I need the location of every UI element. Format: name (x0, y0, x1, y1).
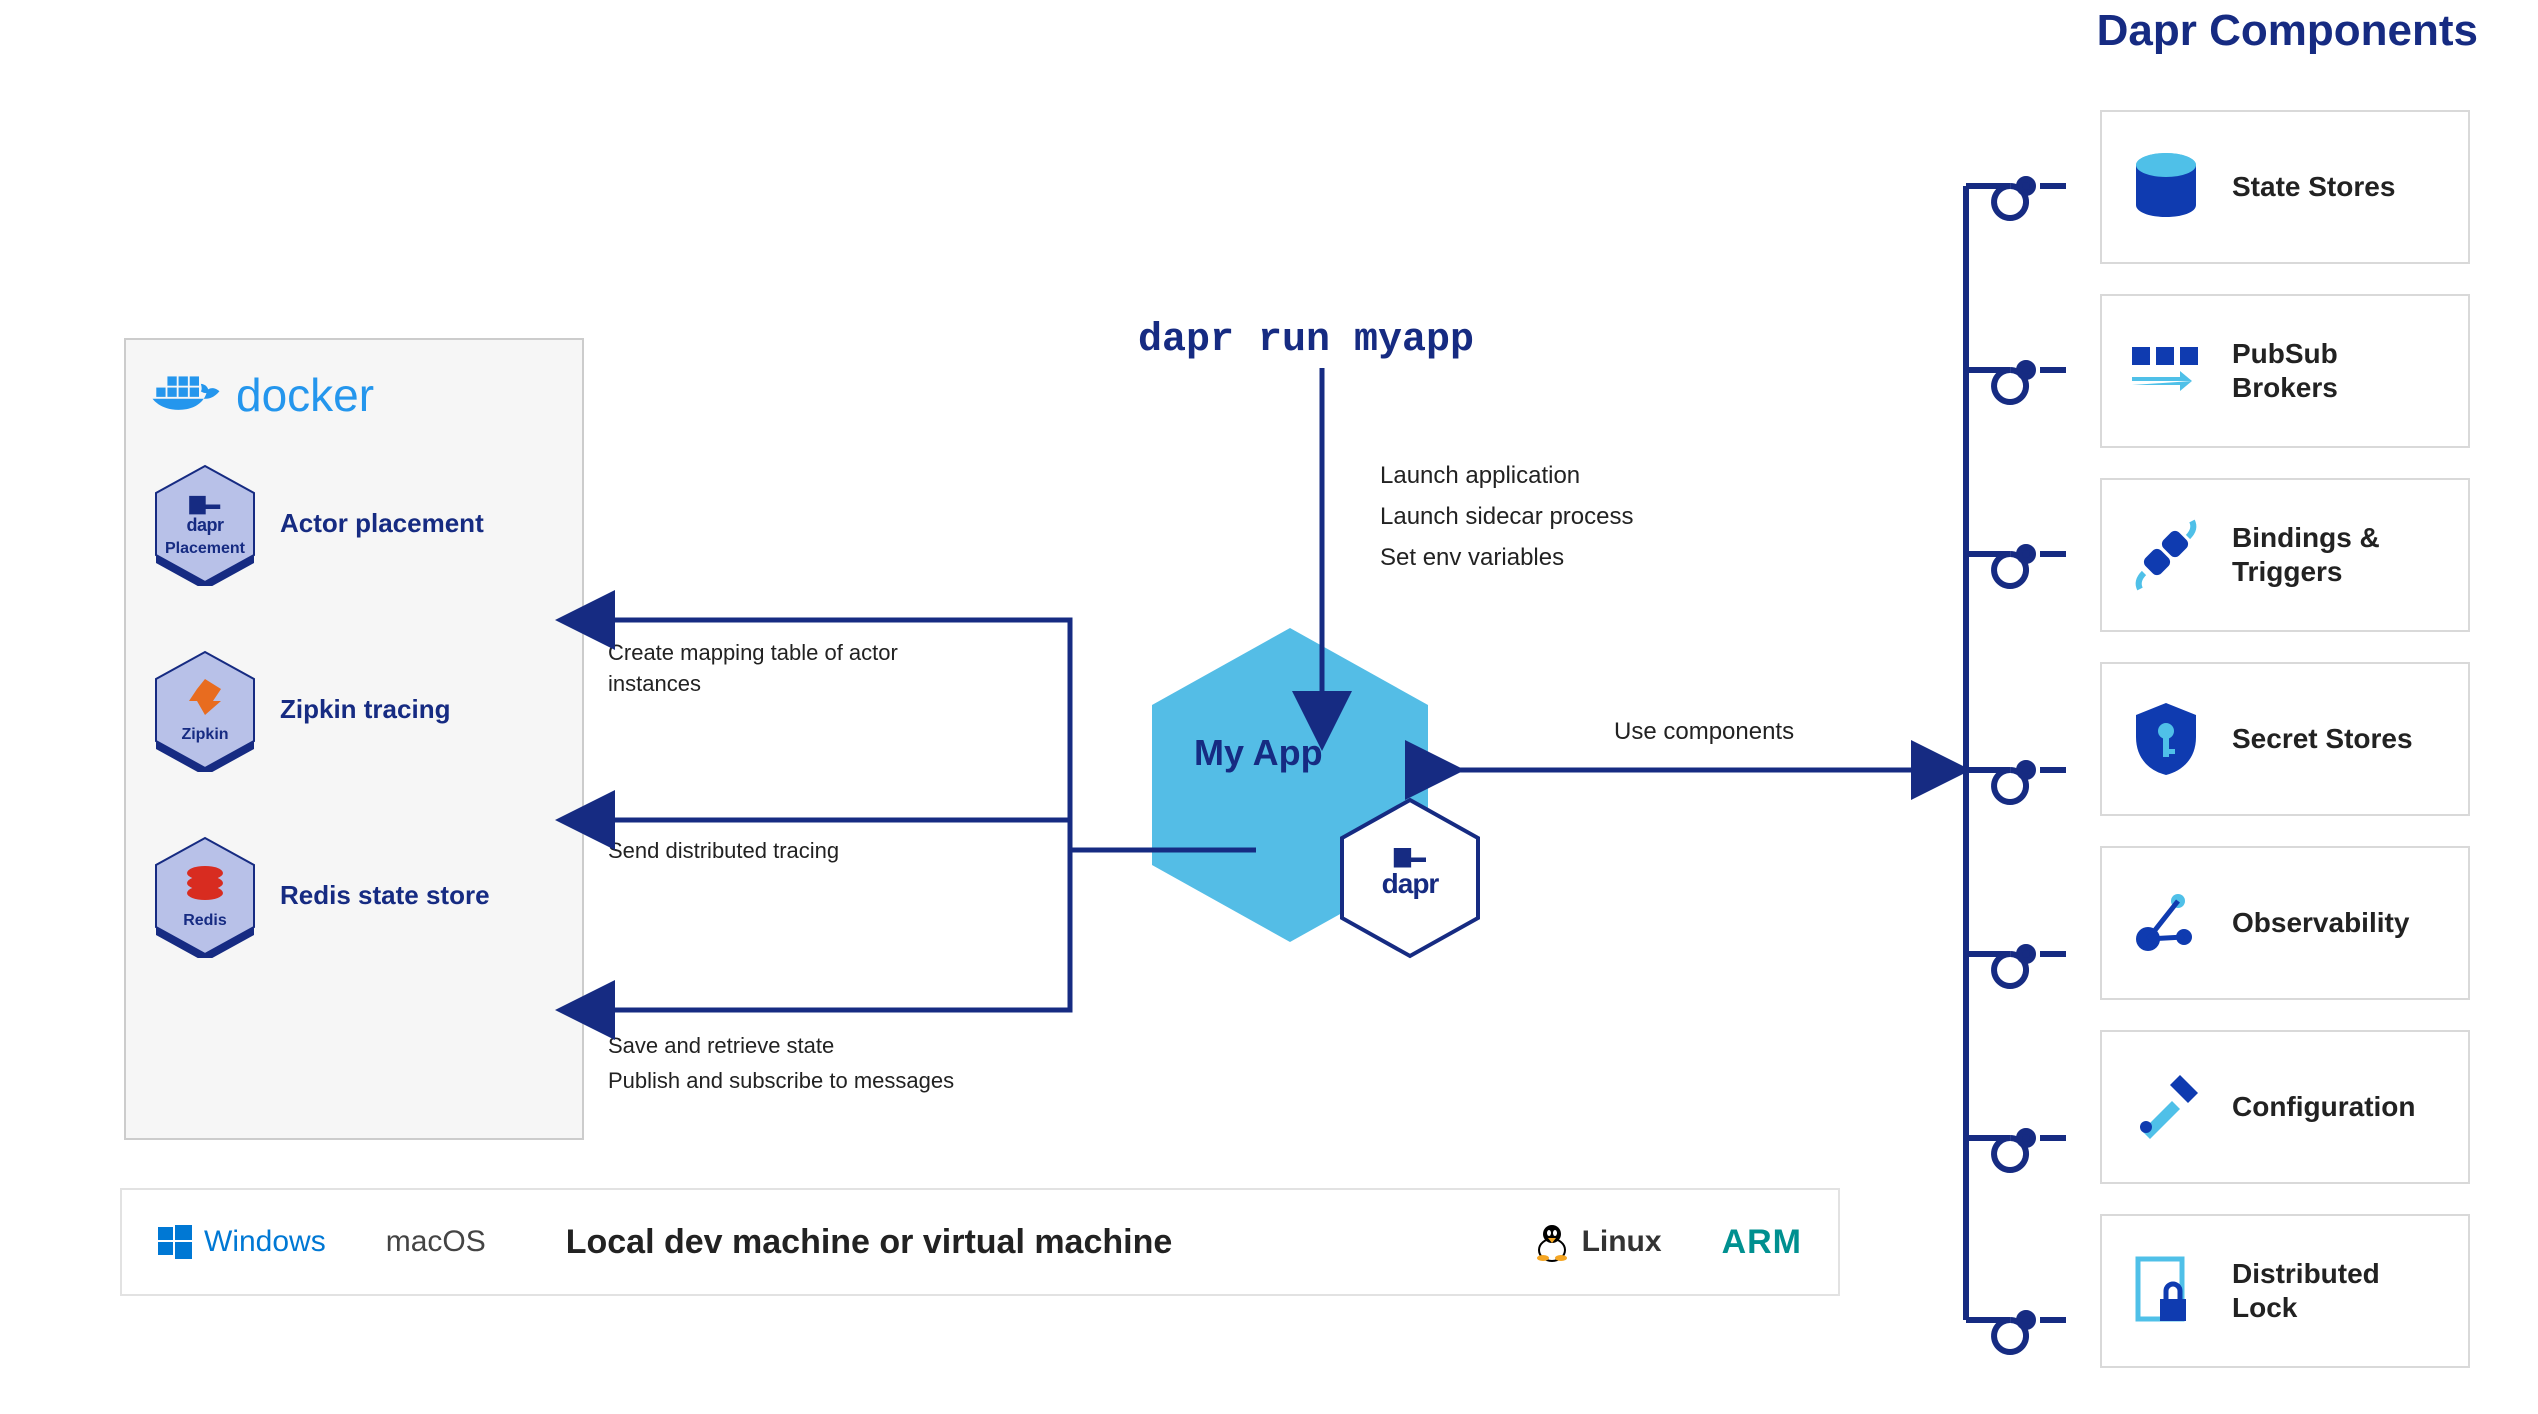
os-label: Windows (204, 1225, 326, 1259)
myapp-hex: My App ▆▬ dapr (1140, 620, 1440, 950)
lock-icon (2124, 1249, 2208, 1333)
component-label: PubSub Brokers (2232, 337, 2446, 404)
windows-icon (158, 1225, 192, 1259)
pubsub-icon (2124, 329, 2208, 413)
os-bar-title: Local dev machine or virtual machine (566, 1223, 1173, 1262)
docker-item-label: Redis state store (280, 880, 490, 911)
arrow-label-save: Save and retrieve state Publish and subs… (608, 1028, 954, 1098)
page-title: Dapr Components (2097, 6, 2478, 56)
os-arm: ARM (1722, 1223, 1802, 1262)
docker-item-redis: Redis Redis state store (150, 834, 558, 958)
component-state-stores: State Stores (2100, 110, 2470, 264)
component-label: State Stores (2232, 170, 2395, 204)
os-label: Linux (1582, 1225, 1662, 1259)
arrow-label-create: Create mapping table of actor instances (608, 638, 948, 700)
docker-panel: docker ▆▬ dapr Placement Actor placement (124, 338, 584, 1140)
docker-logo: docker (150, 368, 558, 422)
component-bindings: Bindings & Triggers (2100, 478, 2470, 632)
component-configuration: Configuration (2100, 1030, 2470, 1184)
hex-sublabel: Placement (165, 540, 245, 558)
docker-item-label: Actor placement (280, 508, 484, 539)
database-icon (2124, 145, 2208, 229)
tux-icon (1534, 1222, 1570, 1262)
docker-brand-text: docker (236, 368, 374, 422)
hex-sublabel: Zipkin (181, 726, 228, 744)
redis-icon (183, 863, 227, 903)
component-observability: Observability (2100, 846, 2470, 1000)
arrow-label-line: Save and retrieve state (608, 1028, 954, 1063)
hex-sublabel: Redis (183, 912, 227, 930)
launch-line: Launch application (1380, 456, 1633, 497)
component-label: Observability (2232, 906, 2409, 940)
observability-icon (2124, 881, 2208, 965)
arrow-label-line: Publish and subscribe to messages (608, 1063, 954, 1098)
launch-description: Launch application Launch sidecar proces… (1380, 456, 1633, 578)
shield-key-icon (2124, 697, 2208, 781)
os-macos: macOS (386, 1225, 486, 1259)
docker-item-label: Zipkin tracing (280, 694, 450, 725)
docker-item-placement: ▆▬ dapr Placement Actor placement (150, 462, 558, 586)
os-bar: Windows macOS Local dev machine or virtu… (120, 1188, 1840, 1296)
launch-line: Set env variables (1380, 538, 1633, 579)
sidecar-label: dapr (1336, 868, 1484, 900)
component-label: Configuration (2232, 1090, 2416, 1124)
component-label: Secret Stores (2232, 722, 2413, 756)
components-column: State Stores PubSub Brokers Bindings & T… (2020, 110, 2470, 1398)
os-windows: Windows (158, 1225, 326, 1259)
os-linux: Linux (1534, 1222, 1662, 1262)
zipkin-icon (185, 677, 225, 717)
component-label: Distributed Lock (2232, 1257, 2446, 1324)
docker-item-zipkin: Zipkin Zipkin tracing (150, 648, 558, 772)
component-pubsub: PubSub Brokers (2100, 294, 2470, 448)
dapr-sidecar: ▆▬ dapr (1336, 796, 1484, 960)
tools-icon (2124, 1065, 2208, 1149)
arrow-label-send: Send distributed tracing (608, 838, 839, 864)
launch-line: Launch sidecar process (1380, 497, 1633, 538)
plug-icon (2124, 513, 2208, 597)
myapp-group: My App ▆▬ dapr (1140, 620, 1440, 950)
dapr-run-command: dapr run myapp (1138, 318, 1474, 363)
component-distributed-lock: Distributed Lock (2100, 1214, 2470, 1368)
myapp-label: My App (1194, 732, 1323, 774)
component-label: Bindings & Triggers (2232, 521, 2446, 588)
component-secret-stores: Secret Stores (2100, 662, 2470, 816)
arrow-label-usecomp: Use components (1614, 718, 1794, 746)
docker-whale-icon (150, 369, 222, 421)
